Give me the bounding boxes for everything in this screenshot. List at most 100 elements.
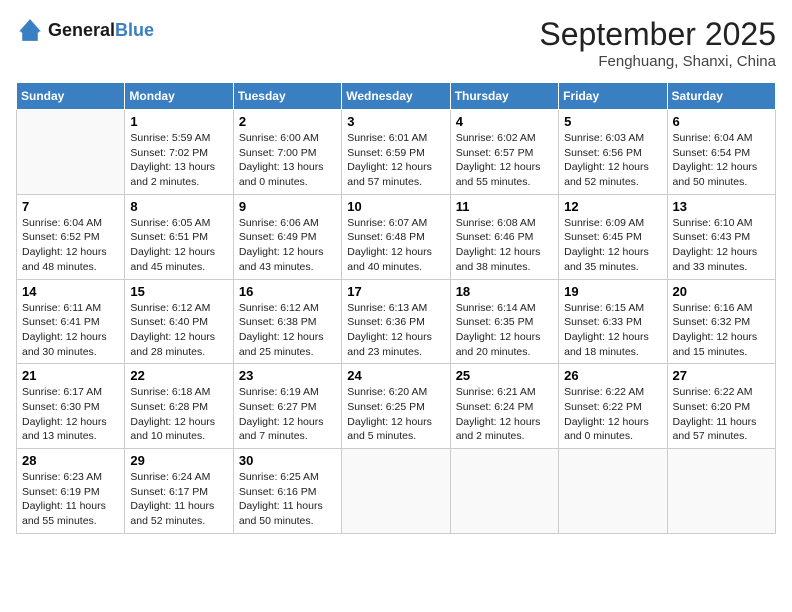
day-info: Sunrise: 6:00 AMSunset: 7:00 PMDaylight:… [239,131,336,190]
day-number: 27 [673,368,770,383]
day-number: 8 [130,199,227,214]
calendar-cell: 21 Sunrise: 6:17 AMSunset: 6:30 PMDayligh… [17,364,125,449]
calendar-cell: 23 Sunrise: 6:19 AMSunset: 6:27 PMDayligh… [233,364,341,449]
day-number: 29 [130,453,227,468]
calendar-cell: 24Sunrise: 6:20 AMSunset: 6:25 PMDayligh… [342,364,450,449]
day-number: 12 [564,199,661,214]
logo-text: GeneralBlue [48,20,154,41]
day-number: 25 [456,368,553,383]
calendar-cell: 16 Sunrise: 6:12 AMSunset: 6:38 PMDayligh… [233,279,341,364]
calendar-cell [450,449,558,534]
day-number: 20 [673,284,770,299]
day-number: 6 [673,114,770,129]
calendar-cell: 3 Sunrise: 6:01 AMSunset: 6:59 PMDaylight… [342,110,450,195]
calendar-cell: 29 Sunrise: 6:24 AMSunset: 6:17 PMDayligh… [125,449,233,534]
day-of-week-header: Sunday [17,83,125,110]
day-info: Sunrise: 6:17 AMSunset: 6:30 PMDaylight:… [22,385,119,444]
calendar-cell: 10Sunrise: 6:07 AMSunset: 6:48 PMDayligh… [342,194,450,279]
day-info: Sunrise: 6:22 AMSunset: 6:20 PMDaylight:… [673,385,770,444]
calendar-cell [342,449,450,534]
day-number: 3 [347,114,444,129]
day-number: 18 [456,284,553,299]
day-of-week-header: Tuesday [233,83,341,110]
day-info: Sunrise: 6:09 AMSunset: 6:45 PMDaylight:… [564,216,661,275]
day-info: Sunrise: 6:01 AMSunset: 6:59 PMDaylight:… [347,131,444,190]
calendar-cell: 28Sunrise: 6:23 AMSunset: 6:19 PMDayligh… [17,449,125,534]
day-number: 16 [239,284,336,299]
day-info: Sunrise: 6:11 AMSunset: 6:41 PMDaylight:… [22,301,119,360]
day-number: 15 [130,284,227,299]
day-of-week-header: Saturday [667,83,775,110]
day-number: 11 [456,199,553,214]
day-number: 24 [347,368,444,383]
calendar-cell: 12 Sunrise: 6:09 AMSunset: 6:45 PMDayligh… [559,194,667,279]
calendar-cell: 4Sunrise: 6:02 AMSunset: 6:57 PMDaylight… [450,110,558,195]
calendar-cell: 30 Sunrise: 6:25 AMSunset: 6:16 PMDayligh… [233,449,341,534]
day-number: 1 [130,114,227,129]
day-of-week-header: Thursday [450,83,558,110]
day-info: Sunrise: 6:04 AMSunset: 6:52 PMDaylight:… [22,216,119,275]
day-number: 7 [22,199,119,214]
calendar-header-row: SundayMondayTuesdayWednesdayThursdayFrid… [17,83,776,110]
day-number: 2 [239,114,336,129]
day-info: Sunrise: 6:10 AMSunset: 6:43 PMDaylight:… [673,216,770,275]
day-number: 17 [347,284,444,299]
day-number: 13 [673,199,770,214]
calendar-cell [667,449,775,534]
logo-icon [16,16,44,44]
day-info: Sunrise: 6:24 AMSunset: 6:17 PMDaylight:… [130,470,227,529]
calendar-cell: 27 Sunrise: 6:22 AMSunset: 6:20 PMDayligh… [667,364,775,449]
day-info: Sunrise: 6:21 AMSunset: 6:24 PMDaylight:… [456,385,553,444]
day-info: Sunrise: 6:05 AMSunset: 6:51 PMDaylight:… [130,216,227,275]
calendar-cell: 15 Sunrise: 6:12 AMSunset: 6:40 PMDayligh… [125,279,233,364]
calendar-cell: 13 Sunrise: 6:10 AMSunset: 6:43 PMDayligh… [667,194,775,279]
day-info: Sunrise: 6:06 AMSunset: 6:49 PMDaylight:… [239,216,336,275]
calendar-cell: 26Sunrise: 6:22 AMSunset: 6:22 PMDayligh… [559,364,667,449]
calendar-cell: 18 Sunrise: 6:14 AMSunset: 6:35 PMDayligh… [450,279,558,364]
day-number: 21 [22,368,119,383]
day-info: Sunrise: 6:03 AMSunset: 6:56 PMDaylight:… [564,131,661,190]
day-number: 23 [239,368,336,383]
month-title: September 2025 [539,16,776,53]
calendar-cell: 22 Sunrise: 6:18 AMSunset: 6:28 PMDayligh… [125,364,233,449]
calendar-week-row: 21 Sunrise: 6:17 AMSunset: 6:30 PMDayligh… [17,364,776,449]
calendar-cell: 2 Sunrise: 6:00 AMSunset: 7:00 PMDaylight… [233,110,341,195]
day-info: Sunrise: 6:14 AMSunset: 6:35 PMDaylight:… [456,301,553,360]
day-of-week-header: Monday [125,83,233,110]
page-header: GeneralBlue September 2025 Fenghuang, Sh… [16,16,776,70]
day-number: 9 [239,199,336,214]
day-number: 30 [239,453,336,468]
day-info: Sunrise: 6:12 AMSunset: 6:40 PMDaylight:… [130,301,227,360]
calendar-cell: 9 Sunrise: 6:06 AMSunset: 6:49 PMDaylight… [233,194,341,279]
day-info: Sunrise: 6:08 AMSunset: 6:46 PMDaylight:… [456,216,553,275]
day-info: Sunrise: 6:19 AMSunset: 6:27 PMDaylight:… [239,385,336,444]
calendar-cell: 6 Sunrise: 6:04 AMSunset: 6:54 PMDaylight… [667,110,775,195]
day-info: Sunrise: 6:04 AMSunset: 6:54 PMDaylight:… [673,131,770,190]
day-info: Sunrise: 5:59 AMSunset: 7:02 PMDaylight:… [130,131,227,190]
day-number: 19 [564,284,661,299]
calendar-cell: 25 Sunrise: 6:21 AMSunset: 6:24 PMDayligh… [450,364,558,449]
calendar-week-row: 14Sunrise: 6:11 AMSunset: 6:41 PMDayligh… [17,279,776,364]
day-info: Sunrise: 6:12 AMSunset: 6:38 PMDaylight:… [239,301,336,360]
calendar-cell: 20Sunrise: 6:16 AMSunset: 6:32 PMDayligh… [667,279,775,364]
calendar-cell: 5 Sunrise: 6:03 AMSunset: 6:56 PMDaylight… [559,110,667,195]
title-area: September 2025 Fenghuang, Shanxi, China [539,16,776,70]
day-number: 5 [564,114,661,129]
day-number: 22 [130,368,227,383]
day-info: Sunrise: 6:15 AMSunset: 6:33 PMDaylight:… [564,301,661,360]
day-info: Sunrise: 6:25 AMSunset: 6:16 PMDaylight:… [239,470,336,529]
day-of-week-header: Wednesday [342,83,450,110]
day-number: 4 [456,114,553,129]
calendar-cell: 11 Sunrise: 6:08 AMSunset: 6:46 PMDayligh… [450,194,558,279]
calendar-week-row: 7 Sunrise: 6:04 AMSunset: 6:52 PMDaylight… [17,194,776,279]
calendar-cell: 8 Sunrise: 6:05 AMSunset: 6:51 PMDaylight… [125,194,233,279]
day-info: Sunrise: 6:18 AMSunset: 6:28 PMDaylight:… [130,385,227,444]
day-info: Sunrise: 6:22 AMSunset: 6:22 PMDaylight:… [564,385,661,444]
calendar-cell: 7 Sunrise: 6:04 AMSunset: 6:52 PMDaylight… [17,194,125,279]
calendar-cell: 19 Sunrise: 6:15 AMSunset: 6:33 PMDayligh… [559,279,667,364]
logo: GeneralBlue [16,16,154,44]
calendar-cell: 14Sunrise: 6:11 AMSunset: 6:41 PMDayligh… [17,279,125,364]
calendar-week-row: 28Sunrise: 6:23 AMSunset: 6:19 PMDayligh… [17,449,776,534]
calendar-cell: 17Sunrise: 6:13 AMSunset: 6:36 PMDayligh… [342,279,450,364]
day-number: 10 [347,199,444,214]
